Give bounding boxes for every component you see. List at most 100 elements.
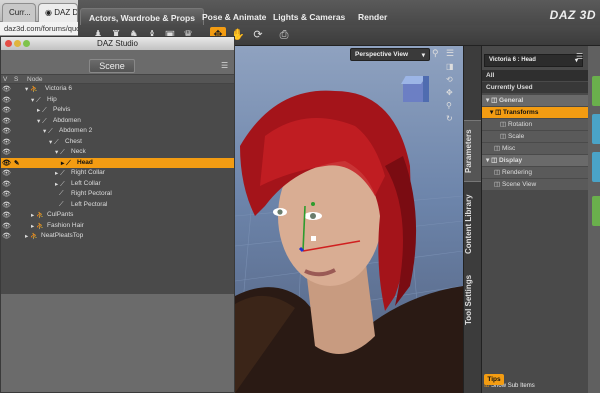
scene-list-header: V S Node <box>1 74 234 84</box>
parameter-groups: All Currently Used ▾ ◫ General ▾ ◫ Trans… <box>482 70 589 389</box>
eye-icon[interactable]: 👁 <box>2 85 11 93</box>
reset-icon[interactable]: ↻ <box>446 114 453 123</box>
tab-scene[interactable]: Scene <box>89 59 135 73</box>
eye-icon[interactable]: 👁 <box>2 201 11 209</box>
browser-tab-active[interactable]: ◉ DAZ Dis <box>38 3 78 22</box>
tab-actors-wardrobe-props[interactable]: Actors, Wardrobe & Props <box>80 8 204 25</box>
chevron-down-icon: ▾ <box>421 52 425 59</box>
eye-icon[interactable]: 👁 <box>2 96 11 104</box>
3d-viewport[interactable] <box>235 46 463 393</box>
bone-icon: ▾ ⟋ <box>49 138 59 146</box>
scene-tree: 👁 ▾ ⛹ Victoria 6 👁 ▾ ⟋ Hip 👁 ▸ ⟋ Pelvis 👁 ▾ … <box>1 84 234 294</box>
bone-icon: ▸ ⟋ <box>37 107 47 114</box>
group-general[interactable]: ▾ ◫ General <box>482 95 589 106</box>
tree-row[interactable]: 👁 ▸ ⟋ Right Collar <box>1 168 234 179</box>
tab-render[interactable]: Render <box>350 8 395 25</box>
tips-button[interactable]: Tips <box>484 374 504 385</box>
group-currently-used[interactable]: Currently Used <box>482 82 589 93</box>
pan-icon[interactable]: ✥ <box>446 88 453 97</box>
panel-menu-icon[interactable]: ☰ <box>221 61 228 70</box>
bone-icon: ⟋ <box>59 200 64 208</box>
tree-row[interactable]: 👁 ▾ ⟋ Abdomen 2 <box>1 126 234 137</box>
eye-icon[interactable]: 👁 <box>2 169 11 177</box>
menu-icon[interactable]: ☰ <box>446 48 458 60</box>
eye-icon[interactable]: 👁 <box>2 106 11 114</box>
search-icon[interactable]: ⚲ <box>432 48 444 60</box>
camera-icon[interactable]: ⎙ <box>276 27 292 43</box>
lock-icon[interactable]: ✎ <box>14 159 19 167</box>
group-scale[interactable]: ◫ Scale <box>482 131 589 142</box>
tree-row[interactable]: 👁 ▾ ⟋ Hip <box>1 95 234 106</box>
tree-row[interactable]: 👁 ▾ ⛹ Victoria 6 <box>1 84 234 95</box>
scene-window: DAZ Studio Scene ☰ V S Node 👁 ▾ ⛹ Victori… <box>0 36 235 393</box>
globe-icon: ◉ <box>45 8 55 17</box>
folder-icon: ◫ <box>494 169 502 176</box>
tab-tool-settings[interactable]: Tool Settings <box>464 270 482 330</box>
eye-icon[interactable]: 👁 <box>2 190 11 198</box>
col-visible: V <box>3 76 8 83</box>
window-title: DAZ Studio <box>97 39 138 48</box>
tab-parameters[interactable]: Parameters <box>464 120 482 182</box>
folder-icon: ◫ <box>494 181 502 188</box>
eye-icon[interactable]: 👁 <box>2 159 11 167</box>
tree-row[interactable]: 👁 ▾ ⟋ Abdomen <box>1 116 234 127</box>
tree-row[interactable]: 👁 ▾ ⟋ Neck <box>1 147 234 158</box>
side-tab-strip: Parameters Content Library Tool Settings <box>463 46 482 393</box>
bone-icon: ▾ ⟋ <box>31 96 41 104</box>
eye-icon[interactable]: 👁 <box>2 138 11 146</box>
eye-icon[interactable]: 👁 <box>2 180 11 188</box>
browser-tab-label: Curr... <box>9 8 31 17</box>
figure-icon: ▾ ⛹ <box>25 86 39 93</box>
node-selector-dropdown[interactable]: Victoria 6 : Head ▾ <box>484 54 583 67</box>
tree-row[interactable]: 👁 ▸ ⛹ CulPants <box>1 210 234 221</box>
group-rotation[interactable]: ◫ Rotation <box>482 119 589 130</box>
color-swatch[interactable] <box>592 114 600 144</box>
color-swatch[interactable] <box>592 76 600 106</box>
tree-row-selected[interactable]: 👁 ✎ ▸ ⟋ Head <box>1 157 234 168</box>
rotate-tool-icon[interactable]: ⟳ <box>250 27 266 43</box>
viewport-render <box>235 76 463 393</box>
zoom-window-icon[interactable] <box>23 40 30 47</box>
tab-pose-animate[interactable]: Pose & Animate <box>194 8 274 25</box>
tree-row[interactable]: 👁 ▸ ⟋ Left Collar <box>1 179 234 190</box>
figure-icon: ▸ ⛹ <box>25 233 39 240</box>
eye-icon[interactable]: 👁 <box>2 117 11 125</box>
tree-row[interactable]: 👁 ▸ ⛹ NeatPleatsTop <box>1 231 234 242</box>
eye-icon[interactable]: 👁 <box>2 148 11 156</box>
eye-icon[interactable]: 👁 <box>2 127 11 135</box>
group-all[interactable]: All <box>482 70 589 81</box>
color-swatch[interactable] <box>592 152 600 182</box>
eye-icon[interactable]: 👁 <box>2 211 11 219</box>
zoom-icon[interactable]: ⚲ <box>446 101 452 110</box>
folder-icon: ◫ <box>494 145 502 152</box>
bone-icon: ▾ ⟋ <box>37 117 47 125</box>
tree-row[interactable]: 👁 ⟋ Right Pectoral <box>1 189 234 200</box>
group-rendering[interactable]: ◫ Rendering <box>482 167 589 178</box>
tab-content-library[interactable]: Content Library <box>464 186 482 262</box>
figure-icon: ▸ ⛹ <box>31 222 45 230</box>
view-select-label: Perspective View <box>355 51 408 58</box>
frame-icon[interactable]: ◨ <box>446 62 454 71</box>
browser-tab[interactable]: Curr... <box>2 3 36 22</box>
tab-lights-cameras[interactable]: Lights & Cameras <box>265 8 353 25</box>
color-swatch[interactable] <box>592 196 600 226</box>
close-icon[interactable] <box>5 40 12 47</box>
minimize-icon[interactable] <box>14 40 21 47</box>
tree-row[interactable]: 👁 ▾ ⟋ Chest <box>1 137 234 148</box>
group-transforms[interactable]: ▾ ◫ Transforms <box>482 107 589 118</box>
group-scene-view[interactable]: ◫ Scene View <box>482 179 589 190</box>
expand-icon: ▾ ◫ <box>486 97 500 104</box>
eye-icon[interactable]: 👁 <box>2 232 11 240</box>
eye-icon[interactable]: 👁 <box>2 222 11 230</box>
panel-menu-icon[interactable]: ☰ <box>576 52 583 61</box>
view-select-dropdown[interactable]: Perspective View ▾ <box>350 48 430 61</box>
tree-row[interactable]: 👁 ▸ ⟋ Pelvis <box>1 105 234 116</box>
bone-icon: ▸ ⟋ <box>61 159 71 167</box>
scene-window-titlebar: DAZ Studio <box>1 37 234 50</box>
tree-row[interactable]: 👁 ⟋ Left Pectoral <box>1 200 234 211</box>
group-misc[interactable]: ◫ Misc <box>482 143 589 154</box>
tree-row[interactable]: 👁 ▸ ⛹ Fashion Hair <box>1 221 234 232</box>
orbit-icon[interactable]: ⟲ <box>446 75 453 84</box>
folder-icon: ◫ <box>500 133 508 140</box>
group-display[interactable]: ▾ ◫ Display <box>482 155 589 166</box>
